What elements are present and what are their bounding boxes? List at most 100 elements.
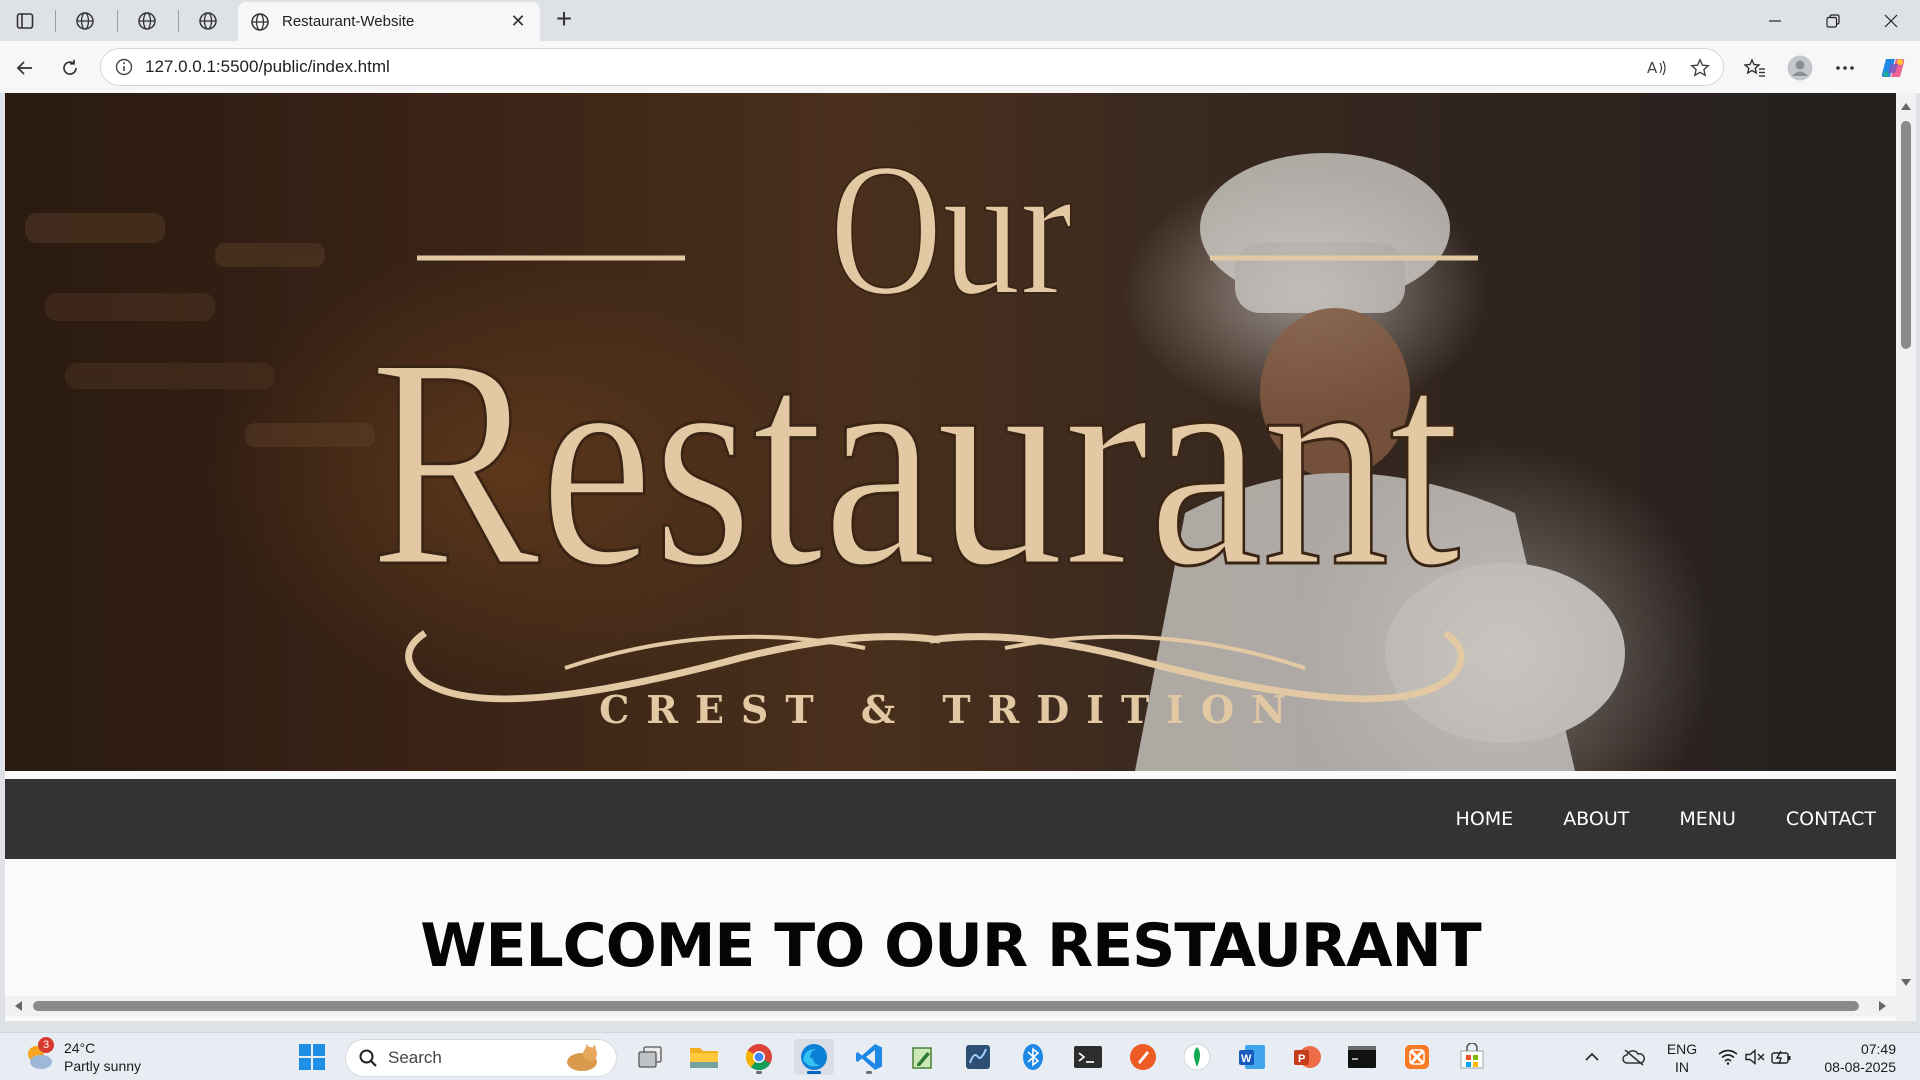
read-aloud-icon: A xyxy=(1647,59,1666,77)
tab-separator xyxy=(178,10,179,32)
search-highlight-icon xyxy=(567,1044,597,1071)
speaker-muted-icon xyxy=(1745,1049,1765,1065)
folder-icon xyxy=(690,1048,718,1068)
windows-icon xyxy=(299,1044,325,1070)
postman-icon xyxy=(1130,1044,1156,1070)
welcome-heading: WELCOME TO OUR RESTAURANT xyxy=(420,911,1481,981)
vertical-scroll-thumb[interactable] xyxy=(1901,121,1911,349)
profile-button[interactable] xyxy=(1783,51,1817,85)
svg-text:A: A xyxy=(1647,59,1658,77)
globe-icon xyxy=(251,12,269,31)
read-aloud-button[interactable]: A xyxy=(1641,49,1675,87)
weather-text: 24°C Partly sunny xyxy=(64,1039,141,1075)
network-button[interactable] xyxy=(1714,1033,1742,1080)
cloud-offline-icon xyxy=(1622,1049,1645,1066)
pinned-tab-3[interactable] xyxy=(183,6,233,36)
xampp-icon xyxy=(1405,1045,1429,1069)
favorites-button[interactable] xyxy=(1738,51,1772,85)
active-indicator xyxy=(807,1071,821,1074)
task-view-icon xyxy=(638,1046,662,1068)
vscode-button[interactable] xyxy=(849,1039,889,1075)
active-tab[interactable]: Restaurant-Website ✕ xyxy=(238,2,540,41)
info-icon[interactable] xyxy=(115,58,133,76)
tab-separator xyxy=(55,10,56,32)
app-button-notepad[interactable] xyxy=(903,1039,943,1075)
scroll-up-icon[interactable] xyxy=(1901,102,1911,110)
more-options-button[interactable] xyxy=(1828,51,1862,85)
store-icon xyxy=(1460,1043,1484,1069)
browser-toolbar: 127.0.0.1:5500/public/index.html A xyxy=(0,41,1920,93)
notepad-icon xyxy=(912,1047,932,1069)
globe-icon xyxy=(138,12,156,30)
hero-artwork: Our Restaurant CREST & TRDITION xyxy=(25,123,1625,771)
close-tab-icon[interactable]: ✕ xyxy=(508,11,528,32)
close-window-button[interactable] xyxy=(1862,0,1920,41)
horizontal-scrollbar[interactable] xyxy=(5,996,1896,1016)
xampp-button[interactable] xyxy=(1397,1039,1437,1075)
mysql-workbench-icon xyxy=(966,1045,990,1069)
show-hidden-icons-button[interactable] xyxy=(1578,1033,1606,1080)
volume-button[interactable] xyxy=(1742,1033,1768,1080)
pinned-tab-1[interactable] xyxy=(60,6,110,36)
nav-home-link[interactable]: HOME xyxy=(1456,808,1514,830)
app-button-mysql[interactable] xyxy=(958,1039,998,1075)
address-bar[interactable]: 127.0.0.1:5500/public/index.html A xyxy=(100,48,1724,86)
chrome-icon xyxy=(745,1044,772,1071)
avatar-icon xyxy=(1787,55,1813,81)
word-button[interactable]: W xyxy=(1232,1039,1272,1075)
new-tab-button[interactable]: + xyxy=(548,4,580,36)
start-button[interactable] xyxy=(292,1039,332,1075)
pinned-tab-2[interactable] xyxy=(122,6,172,36)
powerpoint-button[interactable]: P xyxy=(1287,1039,1327,1075)
refresh-button[interactable] xyxy=(53,51,87,85)
ellipsis-icon xyxy=(1836,66,1854,70)
restore-button[interactable] xyxy=(1804,0,1862,41)
chevron-up-icon xyxy=(1585,1052,1599,1061)
battery-button[interactable] xyxy=(1768,1033,1796,1080)
scroll-left-icon[interactable] xyxy=(14,1001,22,1011)
edge-button[interactable] xyxy=(794,1039,834,1075)
command-prompt-icon xyxy=(1348,1046,1376,1068)
clock-time: 07:49 xyxy=(1860,1041,1896,1057)
svg-text:P: P xyxy=(1298,1053,1305,1065)
language-code: ENG xyxy=(1666,1041,1698,1057)
store-button[interactable] xyxy=(1452,1039,1492,1075)
tab-separator xyxy=(117,10,118,32)
minimize-button[interactable] xyxy=(1746,0,1804,41)
bluetooth-button[interactable] xyxy=(1013,1039,1053,1075)
copilot-button[interactable] xyxy=(1876,51,1910,85)
tab-actions-button[interactable] xyxy=(0,6,50,36)
task-view-button[interactable] xyxy=(630,1039,670,1075)
chrome-button[interactable] xyxy=(739,1039,779,1075)
url-text[interactable]: 127.0.0.1:5500/public/index.html xyxy=(145,57,390,77)
running-indicator xyxy=(756,1071,762,1074)
terminal-icon xyxy=(1074,1046,1102,1068)
command-prompt-button[interactable] xyxy=(1342,1039,1382,1075)
bluetooth-icon xyxy=(1023,1044,1043,1070)
language-indicator[interactable]: ENG IN xyxy=(1664,1040,1700,1076)
clock[interactable]: 07:49 08-08-2025 xyxy=(1808,1040,1896,1076)
file-explorer-button[interactable] xyxy=(684,1039,724,1075)
tab-strip: Restaurant-Website ✕ + xyxy=(0,0,1920,41)
scroll-right-icon[interactable] xyxy=(1879,1001,1887,1011)
hero-banner: Our Restaurant CREST & TRDITION xyxy=(5,93,1896,771)
horizontal-scroll-thumb[interactable] xyxy=(33,1001,1859,1011)
back-button[interactable] xyxy=(8,51,42,85)
vertical-scrollbar[interactable] xyxy=(1896,93,1916,1021)
star-icon xyxy=(1690,58,1710,77)
mongodb-button[interactable] xyxy=(1177,1039,1217,1075)
onedrive-button[interactable] xyxy=(1618,1033,1650,1080)
weather-widget[interactable]: 3 24°C Partly sunny xyxy=(24,1037,141,1075)
nav-contact-link[interactable]: CONTACT xyxy=(1786,808,1876,830)
taskbar-search[interactable]: Search xyxy=(345,1039,617,1077)
terminal-button[interactable] xyxy=(1068,1039,1108,1075)
nav-about-link[interactable]: ABOUT xyxy=(1563,808,1629,830)
nav-menu-link[interactable]: MENU xyxy=(1679,808,1736,830)
favorite-button[interactable] xyxy=(1683,49,1717,87)
hero-title-line2: Restaurant xyxy=(370,297,1461,629)
postman-button[interactable] xyxy=(1123,1039,1163,1075)
close-icon xyxy=(1884,14,1898,27)
scroll-down-icon[interactable] xyxy=(1901,979,1911,987)
search-placeholder: Search xyxy=(388,1048,442,1067)
globe-icon xyxy=(199,12,217,30)
